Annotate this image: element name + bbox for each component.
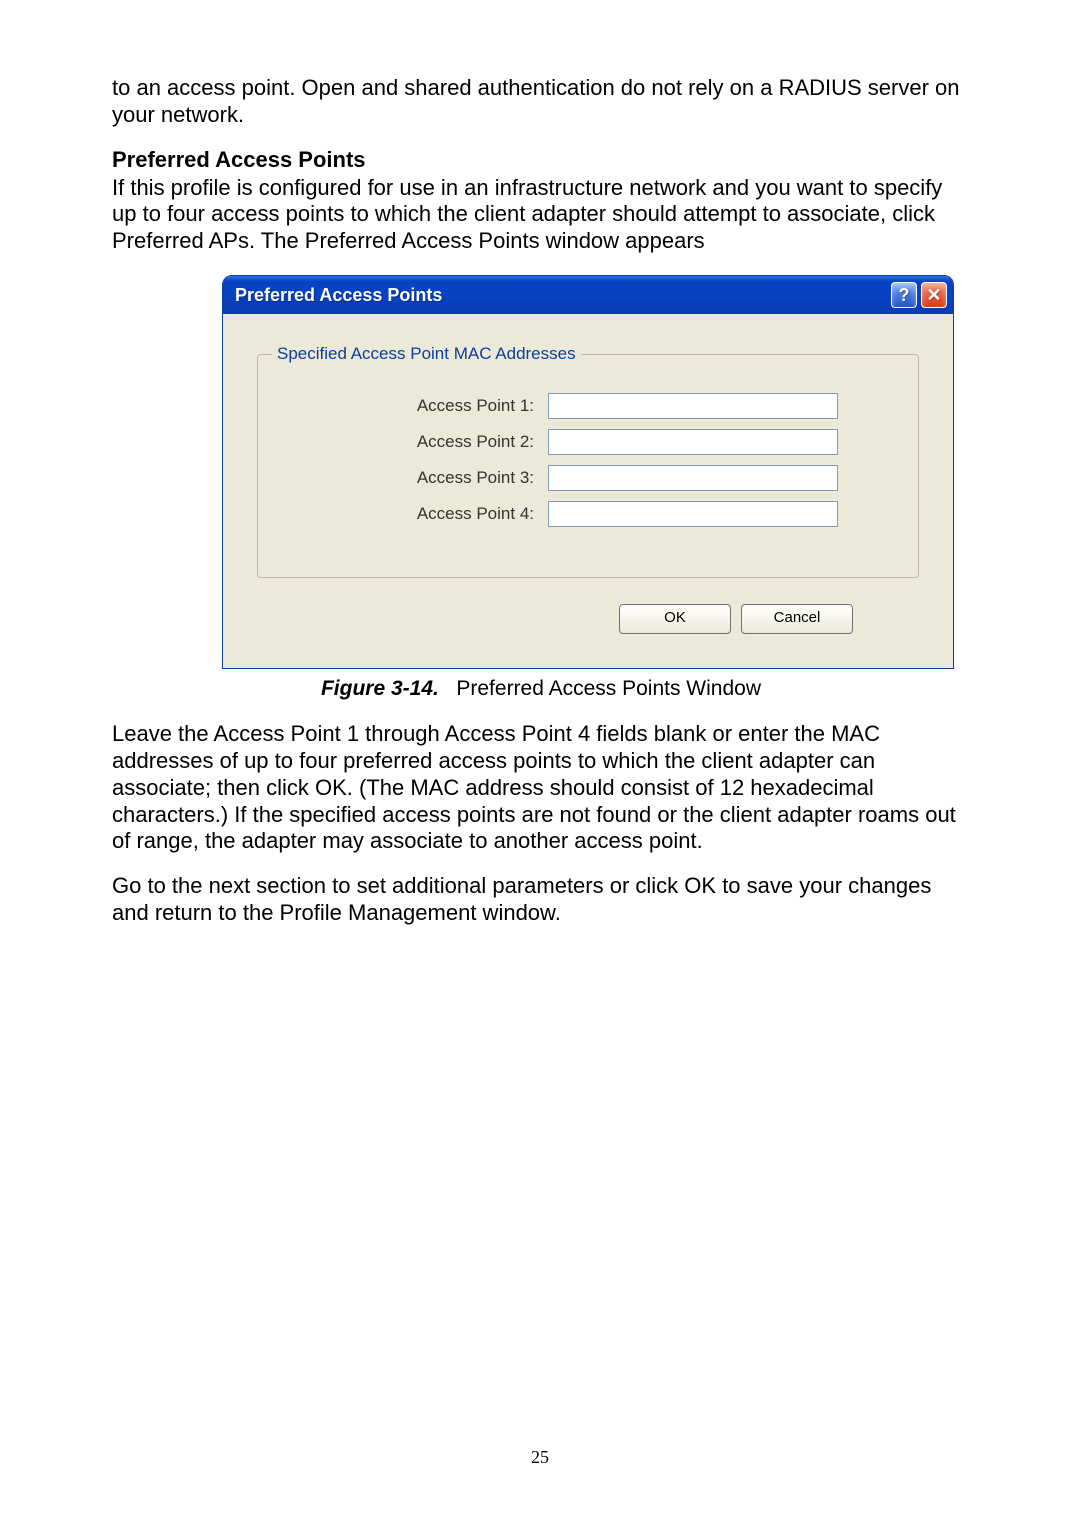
- ok-button[interactable]: OK: [619, 604, 731, 634]
- cancel-button[interactable]: Cancel: [741, 604, 853, 634]
- field-row-ap2: Access Point 2:: [304, 429, 872, 455]
- field-row-ap1: Access Point 1:: [304, 393, 872, 419]
- paragraph-top: to an access point. Open and shared auth…: [112, 75, 970, 129]
- close-button[interactable]: ✕: [921, 282, 947, 308]
- ap4-label: Access Point 4:: [304, 504, 548, 524]
- ap3-label: Access Point 3:: [304, 468, 548, 488]
- ap1-label: Access Point 1:: [304, 396, 548, 416]
- dialog-titlebar: Preferred Access Points ? ✕: [223, 276, 953, 314]
- ap2-input[interactable]: [548, 429, 838, 455]
- page-number: 25: [0, 1447, 1080, 1468]
- figure-caption-text: Preferred Access Points Window: [456, 677, 761, 700]
- dialog-title: Preferred Access Points: [235, 285, 442, 306]
- paragraph-after-1: Leave the Access Point 1 through Access …: [112, 721, 970, 855]
- field-row-ap3: Access Point 3:: [304, 465, 872, 491]
- ap2-label: Access Point 2:: [304, 432, 548, 452]
- figure-label: Figure 3-14.: [321, 677, 439, 700]
- ap4-input[interactable]: [548, 501, 838, 527]
- help-icon: ?: [899, 285, 910, 306]
- paragraph-after-2: Go to the next section to set additional…: [112, 873, 970, 927]
- groupbox-legend: Specified Access Point MAC Addresses: [272, 344, 581, 364]
- paragraph-intro: If this profile is configured for use in…: [112, 175, 970, 255]
- ap3-input[interactable]: [548, 465, 838, 491]
- section-heading: Preferred Access Points: [112, 147, 970, 173]
- ap1-input[interactable]: [548, 393, 838, 419]
- help-button[interactable]: ?: [891, 282, 917, 308]
- preferred-access-points-dialog: Preferred Access Points ? ✕ Specified Ac…: [222, 275, 954, 669]
- figure-caption: Figure 3-14. Preferred Access Points Win…: [112, 677, 970, 701]
- field-row-ap4: Access Point 4:: [304, 501, 872, 527]
- mac-addresses-groupbox: Specified Access Point MAC Addresses Acc…: [257, 354, 919, 578]
- close-icon: ✕: [926, 285, 941, 306]
